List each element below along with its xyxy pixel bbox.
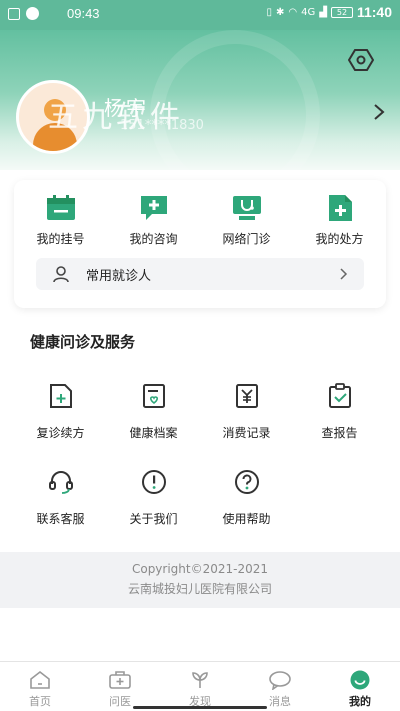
message-icon [269, 671, 291, 690]
quick-action-label: 我的挂号 [36, 232, 85, 246]
service-label: 查报告 [321, 426, 358, 440]
headset-icon [48, 471, 73, 494]
status-time-left: 09:43 [67, 6, 100, 21]
home-indicator[interactable] [133, 706, 267, 709]
status-bar: 09:43 ▯ ✱ ◠ 4G ▟ 52 11:40 [0, 0, 400, 30]
watermark-text: 五九软件 [48, 100, 184, 135]
services-row: 联系客服 关于我们 使用帮助 [14, 468, 386, 554]
service-label: 健康档案 [129, 426, 178, 440]
discover-icon [192, 672, 208, 688]
calendar-icon [46, 195, 75, 220]
tab-mine[interactable]: 我的 [320, 662, 400, 711]
tab-label: 问医 [109, 695, 131, 708]
company-name: 云南城投妇儿医院有限公司 [127, 582, 272, 596]
quick-actions-card: 我的挂号 我的咨询 网络门诊 我的处方 常用就诊人 [14, 180, 386, 308]
revisit-prescription-icon [49, 384, 72, 408]
frequent-patients-row[interactable]: 常用就诊人 [36, 258, 364, 290]
quick-action-label: 我的处方 [315, 232, 364, 246]
settings-hexagon-icon[interactable] [348, 48, 374, 72]
bottom-tab-bar: 首页 问医 发现 消息 我的 [0, 661, 400, 711]
signal-icon: ▟ [319, 6, 327, 18]
chevron-right-icon [340, 268, 348, 280]
services-title: 健康问诊及服务 [30, 333, 136, 351]
battery-indicator: 52 [330, 6, 353, 18]
services-row: 复诊续方 健康档案 消费记录 查报告 [14, 382, 386, 468]
vibrate-icon: ▯ [266, 6, 272, 18]
medical-kit-icon [109, 671, 131, 689]
tab-home[interactable]: 首页 [0, 662, 80, 711]
tab-discover[interactable]: 发现 [160, 662, 240, 711]
tab-label: 我的 [349, 695, 371, 708]
consult-chat-icon [140, 196, 167, 220]
tab-messages[interactable]: 消息 [240, 662, 320, 711]
wifi-icon: ◠ [288, 6, 298, 18]
service-payment-record[interactable]: 消费记录 [200, 382, 293, 468]
quick-action-label: 我的咨询 [129, 232, 178, 246]
service-label: 联系客服 [36, 512, 85, 526]
service-health-record[interactable]: 健康档案 [107, 382, 200, 468]
chevron-right-icon[interactable] [372, 102, 386, 122]
service-about-us[interactable]: 关于我们 [107, 468, 200, 554]
service-revisit-prescription[interactable]: 复诊续方 [14, 382, 107, 468]
copyright-text: Copyright©2021-2021 [131, 562, 269, 576]
quick-action-consult[interactable]: 我的咨询 [107, 194, 200, 247]
health-record-icon [142, 384, 165, 408]
status-left: 09:43 [8, 6, 100, 21]
service-label: 关于我们 [129, 512, 178, 526]
quick-action-registration[interactable]: 我的挂号 [14, 194, 107, 247]
status-time-right: 11:40 [356, 4, 392, 20]
service-check-report[interactable]: 查报告 [293, 382, 386, 468]
quick-action-online-clinic[interactable]: 网络门诊 [200, 194, 293, 247]
profile-icon [350, 670, 370, 690]
home-icon [30, 670, 50, 689]
network-type: 4G [301, 6, 316, 18]
copyright-footer: Copyright©2021-2021 云南城投妇儿医院有限公司 [0, 552, 400, 608]
quick-actions-grid: 我的挂号 我的咨询 网络门诊 我的处方 [14, 194, 386, 247]
person-icon [53, 266, 69, 283]
service-label: 复诊续方 [36, 426, 85, 440]
frequent-patients-label: 常用就诊人 [86, 268, 152, 284]
quick-action-prescription[interactable]: 我的处方 [293, 194, 386, 247]
prescription-icon [328, 195, 352, 221]
payment-record-icon [235, 384, 258, 408]
tab-label: 消息 [269, 695, 291, 708]
services-grid: 复诊续方 健康档案 消费记录 查报告 联系客服 关于我们 使用帮助 [14, 382, 386, 554]
service-label: 使用帮助 [222, 512, 271, 526]
help-icon [234, 470, 259, 494]
app-notification-icon [26, 7, 39, 20]
status-right: ▯ ✱ ◠ 4G ▟ 52 11:40 [266, 4, 392, 20]
tab-label: 首页 [29, 695, 51, 708]
service-label: 消费记录 [222, 426, 271, 440]
quick-action-label: 网络门诊 [222, 232, 271, 246]
info-icon [141, 470, 166, 494]
tab-ask-doctor[interactable]: 问医 [80, 662, 160, 711]
profile-header[interactable]: 杨宇 151****1830 五九软件 [0, 30, 400, 170]
online-clinic-icon [232, 196, 261, 220]
service-help[interactable]: 使用帮助 [200, 468, 293, 554]
notification-icon [8, 7, 20, 20]
report-icon [328, 383, 351, 408]
service-customer-support[interactable]: 联系客服 [14, 468, 107, 554]
bluetooth-icon: ✱ [276, 6, 285, 18]
